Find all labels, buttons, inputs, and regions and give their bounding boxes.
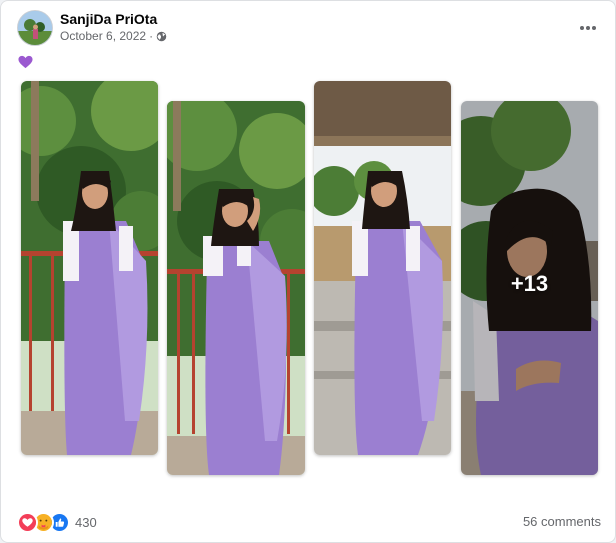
- author-avatar[interactable]: [17, 10, 53, 46]
- photo-4[interactable]: +13: [461, 101, 598, 475]
- photo-2[interactable]: [167, 101, 305, 475]
- more-horizontal-icon: [579, 18, 597, 36]
- more-photos-overlay[interactable]: +13: [461, 271, 598, 297]
- love-reaction-icon: [17, 512, 38, 533]
- post-caption: [18, 55, 33, 74]
- author-name[interactable]: SanjiDa PriOta: [60, 11, 157, 27]
- more-options-button[interactable]: [575, 14, 601, 40]
- globe-icon: [156, 31, 167, 42]
- meta-separator: ·: [149, 29, 154, 43]
- reactions-summary[interactable]: 430: [17, 512, 97, 533]
- feed-post: SanjiDa PriOta October 6, 2022 · +13 430…: [0, 0, 616, 543]
- post-footer: 430 56 comments: [17, 510, 601, 534]
- photo-1[interactable]: [21, 81, 158, 455]
- photo-3[interactable]: [314, 81, 451, 455]
- post-header: SanjiDa PriOta October 6, 2022 ·: [17, 10, 601, 46]
- comments-count-link[interactable]: 56 comments: [523, 514, 601, 529]
- reaction-count[interactable]: 430: [75, 515, 97, 530]
- purple-heart-icon: [18, 55, 33, 73]
- post-meta: October 6, 2022 ·: [60, 29, 167, 43]
- post-date[interactable]: October 6, 2022: [60, 29, 146, 43]
